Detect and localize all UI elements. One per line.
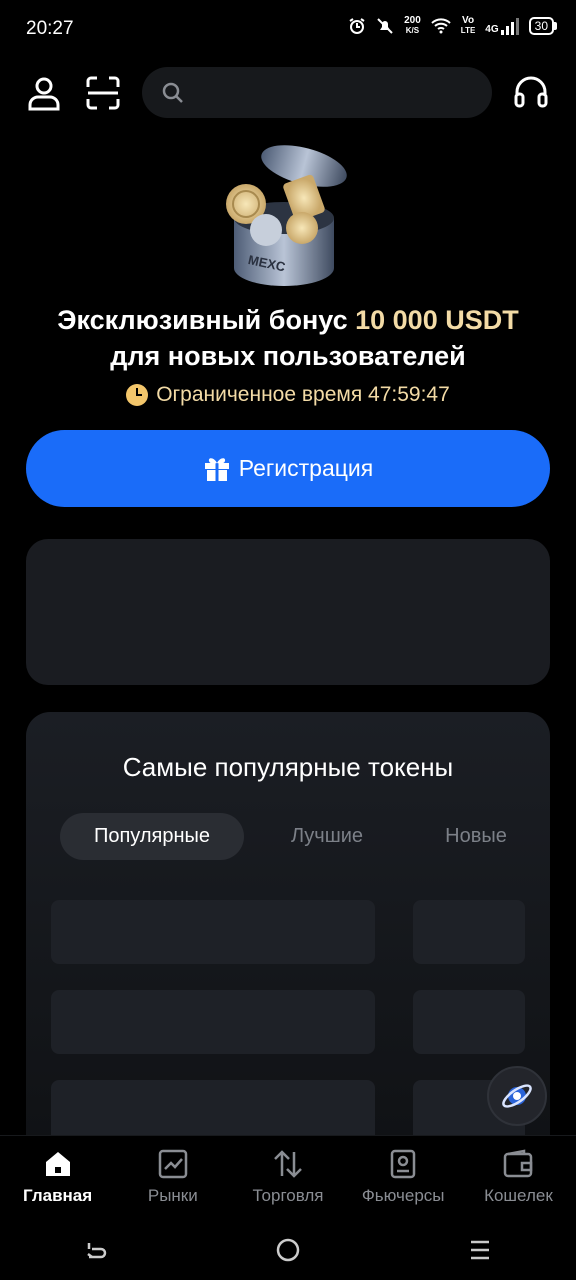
- nav-wallet[interactable]: Кошелек: [461, 1136, 576, 1221]
- profile-icon[interactable]: [26, 75, 62, 111]
- back-icon[interactable]: [83, 1237, 109, 1263]
- nav-futures[interactable]: Фьючерсы: [346, 1136, 461, 1221]
- scan-icon[interactable]: [85, 75, 121, 111]
- token-row-skeleton: [51, 990, 375, 1054]
- gift-icon: [204, 457, 229, 481]
- search-bar[interactable]: [142, 67, 492, 118]
- nav-markets[interactable]: Рынки: [115, 1136, 230, 1221]
- banner-placeholder-card: [26, 539, 550, 685]
- promo-timer: Ограниченное время 47:59:47: [0, 383, 576, 407]
- promo-title: Эксклюзивный бонус 10 000 USDT для новых…: [57, 305, 519, 371]
- tokens-title: Самые популярные токены: [122, 752, 454, 782]
- nav-home[interactable]: Главная: [0, 1136, 115, 1221]
- signal-indicator: 4G: [485, 17, 519, 35]
- promo-amount: 10 000 USDT: [355, 305, 519, 335]
- token-price-skeleton: [413, 900, 525, 964]
- battery-indicator: 30: [528, 17, 558, 35]
- menu-icon[interactable]: [467, 1237, 493, 1263]
- support-headset-icon[interactable]: [513, 74, 549, 110]
- tab-new[interactable]: Новые: [410, 813, 542, 860]
- token-price-skeleton: [413, 990, 525, 1054]
- futures-icon: [390, 1149, 416, 1179]
- timer-value: 47:59:47: [368, 383, 450, 406]
- net-speed: 200 K/S: [404, 15, 421, 36]
- alarm-icon: [349, 18, 365, 34]
- trade-arrows-icon: [274, 1150, 302, 1178]
- home-circle-icon[interactable]: [275, 1237, 301, 1263]
- status-time: 20:27: [26, 18, 74, 39]
- tab-best[interactable]: Лучшие: [258, 813, 396, 860]
- search-input[interactable]: [194, 81, 488, 104]
- mute-bell-icon: [377, 18, 393, 34]
- tab-popular[interactable]: Популярные: [60, 813, 244, 860]
- home-icon: [45, 1152, 70, 1176]
- token-row-skeleton: [51, 900, 375, 964]
- assistant-fab[interactable]: [487, 1066, 547, 1126]
- bonus-tin-image: MEXC: [218, 138, 358, 288]
- chart-icon: [158, 1149, 188, 1179]
- nav-trade[interactable]: Торговля: [230, 1136, 345, 1221]
- wifi-icon: [431, 18, 451, 34]
- system-nav-bar: [0, 1220, 576, 1280]
- search-icon: [162, 82, 183, 103]
- volte-indicator: Vo LTE: [460, 15, 476, 36]
- clock-icon: [126, 384, 149, 406]
- orbit-logo-icon: [502, 1084, 532, 1108]
- status-icons: 200 K/S Vo LTE 4G 30: [348, 15, 558, 36]
- bottom-nav: Главная Рынки Торговля Фьючерсы Кошелек: [0, 1135, 576, 1221]
- register-label: Регистрация: [238, 455, 374, 481]
- wallet-icon: [504, 1149, 533, 1178]
- register-button[interactable]: Регистрация: [26, 430, 550, 507]
- token-row-skeleton: [51, 1080, 375, 1135]
